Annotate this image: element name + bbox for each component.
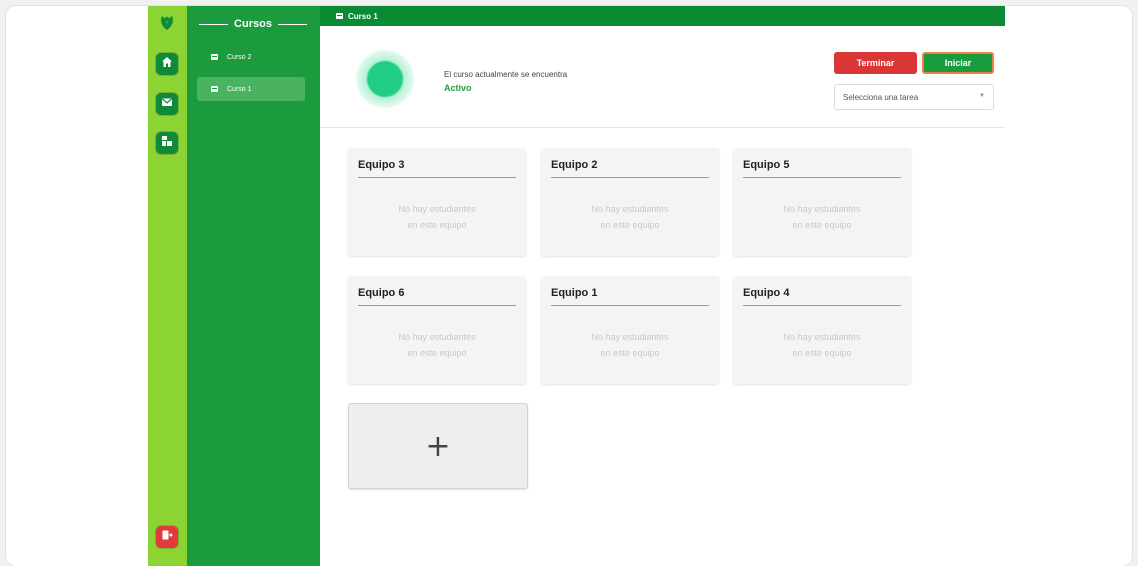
team-empty-line: en este equipo bbox=[792, 220, 852, 230]
team-name: Equipo 1 bbox=[551, 287, 709, 306]
team-empty-message: No hay estudiantes en este equipo bbox=[541, 201, 719, 233]
team-empty-message: No hay estudiantes en este equipo bbox=[348, 329, 526, 361]
team-card[interactable]: Equipo 2 No hay estudiantes en este equi… bbox=[541, 148, 719, 256]
course-status-header: El curso actualmente se encuentra Activo… bbox=[320, 26, 1005, 128]
team-empty-line: No hay estudiantes bbox=[591, 332, 669, 342]
logout-icon bbox=[161, 528, 173, 546]
team-empty-line: en este equipo bbox=[792, 348, 852, 358]
team-name: Equipo 4 bbox=[743, 287, 901, 306]
course-item-label: Curso 2 bbox=[227, 53, 252, 61]
team-empty-line: No hay estudiantes bbox=[783, 332, 861, 342]
home-button[interactable] bbox=[156, 53, 178, 75]
courses-panel: Cursos Curso 2 Curso 1 bbox=[187, 6, 320, 566]
groups-button[interactable] bbox=[156, 132, 178, 154]
leaf-logo-icon bbox=[157, 12, 177, 32]
team-card[interactable]: Equipo 6 No hay estudiantes en este equi… bbox=[348, 276, 526, 384]
team-empty-line: en este equipo bbox=[600, 220, 660, 230]
add-team-button[interactable]: + bbox=[348, 403, 528, 489]
courses-heading: Cursos bbox=[199, 18, 307, 30]
course-icon bbox=[336, 13, 343, 19]
status-value: Activo bbox=[444, 83, 472, 93]
team-empty-line: No hay estudiantes bbox=[398, 332, 476, 342]
end-course-button[interactable]: Terminar bbox=[834, 52, 917, 74]
course-item-curso-2[interactable]: Curso 2 bbox=[197, 45, 305, 69]
team-empty-line: No hay estudiantes bbox=[783, 204, 861, 214]
team-empty-line: No hay estudiantes bbox=[398, 204, 476, 214]
team-name: Equipo 5 bbox=[743, 159, 901, 178]
team-name: Equipo 2 bbox=[551, 159, 709, 178]
team-name: Equipo 3 bbox=[358, 159, 516, 178]
status-indicator bbox=[356, 50, 414, 108]
team-card[interactable]: Equipo 5 No hay estudiantes en este equi… bbox=[733, 148, 911, 256]
home-icon bbox=[161, 55, 173, 73]
mail-button[interactable] bbox=[156, 93, 178, 115]
task-select[interactable]: Selecciona una tarea ▼ bbox=[834, 84, 994, 110]
start-course-button[interactable]: Iniciar bbox=[922, 52, 994, 74]
groups-icon bbox=[161, 134, 173, 152]
divider bbox=[199, 23, 229, 25]
team-card[interactable]: Equipo 4 No hay estudiantes en este equi… bbox=[733, 276, 911, 384]
course-icon bbox=[211, 86, 218, 92]
team-empty-message: No hay estudiantes en este equipo bbox=[733, 201, 911, 233]
team-empty-message: No hay estudiantes en este equipo bbox=[541, 329, 719, 361]
team-card[interactable]: Equipo 1 No hay estudiantes en este equi… bbox=[541, 276, 719, 384]
plus-icon: + bbox=[425, 428, 451, 464]
course-icon bbox=[211, 54, 218, 60]
icon-rail bbox=[148, 6, 187, 566]
task-select-value: Selecciona una tarea bbox=[843, 92, 919, 102]
team-empty-line: en este equipo bbox=[407, 348, 467, 358]
status-text: El curso actualmente se encuentra bbox=[444, 70, 568, 79]
current-course-label: Curso 1 bbox=[348, 11, 378, 21]
team-name: Equipo 6 bbox=[358, 287, 516, 306]
courses-heading-label: Cursos bbox=[234, 18, 272, 30]
mail-icon bbox=[161, 95, 173, 113]
team-empty-message: No hay estudiantes en este equipo bbox=[348, 201, 526, 233]
team-empty-line: en este equipo bbox=[407, 220, 467, 230]
team-card[interactable]: Equipo 3 No hay estudiantes en este equi… bbox=[348, 148, 526, 256]
app-window: Cursos Curso 2 Curso 1 Curso 1 El curso … bbox=[6, 6, 1132, 566]
course-item-curso-1[interactable]: Curso 1 bbox=[197, 77, 305, 101]
chevron-down-icon: ▼ bbox=[979, 93, 985, 99]
team-empty-line: en este equipo bbox=[600, 348, 660, 358]
top-bar: Curso 1 bbox=[320, 6, 1005, 26]
team-empty-message: No hay estudiantes en este equipo bbox=[733, 329, 911, 361]
logout-button[interactable] bbox=[156, 526, 178, 548]
course-item-label: Curso 1 bbox=[227, 85, 252, 93]
team-empty-line: No hay estudiantes bbox=[591, 204, 669, 214]
divider bbox=[277, 23, 307, 25]
